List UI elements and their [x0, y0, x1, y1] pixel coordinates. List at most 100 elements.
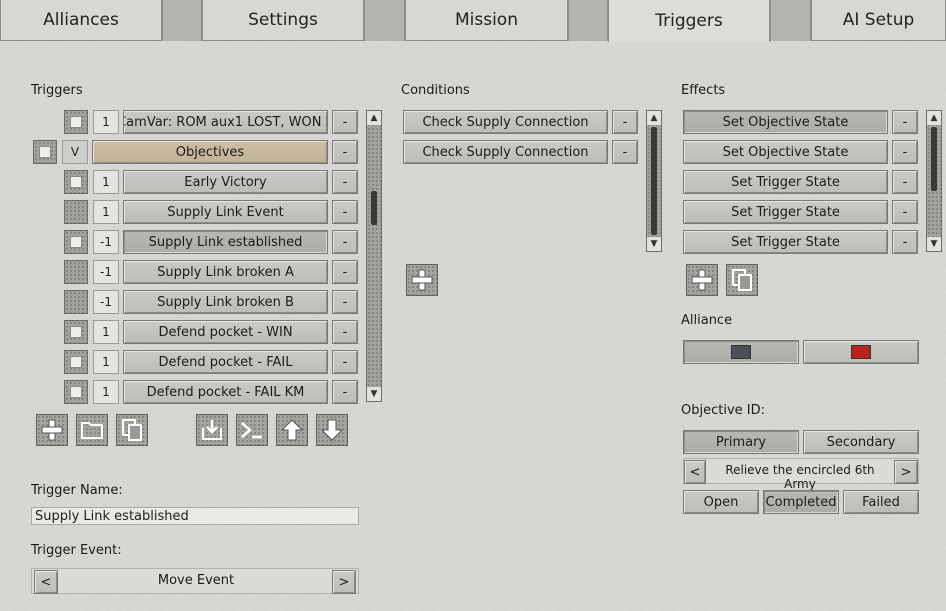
scroll-down-arrow-icon[interactable]: ▼ [367, 387, 381, 401]
trigger-row-button[interactable]: Defend pocket - FAIL [123, 350, 328, 374]
checkbox-box [39, 146, 51, 158]
effect-row-button[interactable]: Set Trigger State [683, 230, 888, 254]
remove-trigger-button[interactable]: - [332, 350, 358, 374]
trigger-count: 1 [93, 380, 119, 404]
remove-effect-button[interactable]: - [892, 170, 918, 194]
objective-completed-button[interactable]: Completed [763, 490, 839, 514]
tab-alliances[interactable]: Alliances [0, 0, 162, 41]
console-button[interactable] [236, 414, 268, 446]
remove-effect-button[interactable]: - [892, 110, 918, 134]
remove-trigger-button[interactable]: - [332, 170, 358, 194]
trigger-row-button[interactable]: Supply Link Event [123, 200, 328, 224]
trigger-group-objectives[interactable]: Objectives [92, 140, 328, 164]
tab-separator [364, 0, 405, 41]
copy-trigger-button[interactable] [116, 414, 148, 446]
remove-trigger-button[interactable]: - [332, 380, 358, 404]
remove-effect-button[interactable]: - [892, 200, 918, 224]
effects-label: Effects [681, 83, 726, 98]
add-condition-button[interactable] [406, 264, 438, 296]
conditions-scrollbar[interactable]: ▲ ▼ [646, 110, 662, 252]
scroll-up-arrow-icon[interactable]: ▲ [927, 111, 941, 125]
trigger-checkbox[interactable] [64, 290, 88, 314]
alliance-1-button[interactable] [683, 340, 799, 364]
trigger-row-button[interactable]: Early Victory [123, 170, 328, 194]
condition-row-button[interactable]: Check Supply Connection [403, 140, 608, 164]
remove-trigger-button[interactable]: - [332, 110, 358, 134]
remove-condition-button[interactable]: - [612, 140, 638, 164]
trigger-checkbox[interactable] [64, 380, 88, 404]
trigger-row-button-selected[interactable]: Supply Link established [123, 230, 328, 254]
objective-primary-button[interactable]: Primary [683, 430, 799, 454]
objective-name: Relieve the encircled 6th Army [725, 463, 875, 491]
effect-row-button[interactable]: Set Trigger State [683, 200, 888, 224]
tab-bar: Alliances Settings Mission Triggers AI S… [0, 0, 946, 42]
condition-row-button[interactable]: Check Supply Connection [403, 110, 608, 134]
objective-open-button[interactable]: Open [683, 490, 759, 514]
scroll-down-arrow-icon[interactable]: ▼ [927, 237, 941, 251]
scroll-thumb[interactable] [371, 191, 377, 225]
alliance-label: Alliance [681, 313, 733, 328]
trigger-checkbox[interactable] [64, 350, 88, 374]
import-trigger-button[interactable] [196, 414, 228, 446]
trigger-event-prev-button[interactable]: < [34, 570, 58, 594]
copy-effect-button[interactable] [726, 264, 758, 296]
checkbox-box [70, 176, 82, 188]
trigger-count: 1 [93, 110, 119, 134]
tab-settings[interactable]: Settings [202, 0, 364, 41]
add-trigger-button[interactable] [36, 414, 68, 446]
add-folder-button[interactable] [76, 414, 108, 446]
trigger-checkbox[interactable] [64, 260, 88, 284]
trigger-checkbox[interactable] [64, 320, 88, 344]
trigger-checkbox[interactable] [64, 230, 88, 254]
trigger-group-toggle[interactable]: V [62, 140, 88, 164]
scroll-up-arrow-icon[interactable]: ▲ [367, 111, 381, 125]
checkbox-box [70, 236, 82, 248]
remove-trigger-button[interactable]: - [332, 290, 358, 314]
remove-trigger-button[interactable]: - [332, 320, 358, 344]
plus-icon [411, 269, 433, 291]
trigger-event-next-button[interactable]: > [332, 570, 356, 594]
trigger-row-button[interactable]: Supply Link broken A [123, 260, 328, 284]
remove-effect-button[interactable]: - [892, 140, 918, 164]
effects-scrollbar[interactable]: ▲ ▼ [926, 110, 942, 252]
copy-icon [732, 269, 752, 291]
trigger-checkbox[interactable] [64, 110, 88, 134]
trigger-row-button[interactable]: CamVar: ROM aux1 LOST, WON 2 [123, 110, 328, 134]
remove-trigger-button[interactable]: - [332, 140, 358, 164]
move-down-button[interactable] [316, 414, 348, 446]
tab-ai-setup[interactable]: AI Setup [811, 0, 946, 41]
trigger-count: -1 [93, 230, 119, 254]
trigger-name-input[interactable]: Supply Link established [31, 507, 359, 525]
remove-condition-button[interactable]: - [612, 110, 638, 134]
objective-next-button[interactable]: > [894, 460, 918, 484]
add-effect-button[interactable] [686, 264, 718, 296]
objective-prev-button[interactable]: < [684, 460, 706, 484]
checkbox-box [70, 326, 82, 338]
trigger-checkbox[interactable] [33, 140, 57, 164]
trigger-row-button[interactable]: Defend pocket - FAIL KM [123, 380, 328, 404]
scroll-thumb[interactable] [651, 127, 657, 235]
remove-trigger-button[interactable]: - [332, 200, 358, 224]
triggers-scrollbar[interactable]: ▲ ▼ [366, 110, 382, 402]
scroll-thumb[interactable] [931, 127, 937, 191]
effect-row-button-selected[interactable]: Set Objective State [683, 110, 888, 134]
remove-trigger-button[interactable]: - [332, 260, 358, 284]
scroll-down-arrow-icon[interactable]: ▼ [647, 237, 661, 251]
trigger-checkbox[interactable] [64, 170, 88, 194]
trigger-row-button[interactable]: Defend pocket - WIN [123, 320, 328, 344]
remove-effect-button[interactable]: - [892, 230, 918, 254]
plus-icon [41, 419, 63, 441]
tab-triggers[interactable]: Triggers [608, 0, 770, 42]
move-up-button[interactable] [276, 414, 308, 446]
objective-secondary-button[interactable]: Secondary [803, 430, 919, 454]
alliance-2-button[interactable] [803, 340, 919, 364]
trigger-count: 1 [93, 200, 119, 224]
trigger-checkbox[interactable] [64, 200, 88, 224]
scroll-up-arrow-icon[interactable]: ▲ [647, 111, 661, 125]
trigger-row-button[interactable]: Supply Link broken B [123, 290, 328, 314]
effect-row-button[interactable]: Set Objective State [683, 140, 888, 164]
remove-trigger-button[interactable]: - [332, 230, 358, 254]
tab-mission[interactable]: Mission [405, 0, 568, 41]
effect-row-button[interactable]: Set Trigger State [683, 170, 888, 194]
objective-failed-button[interactable]: Failed [843, 490, 919, 514]
